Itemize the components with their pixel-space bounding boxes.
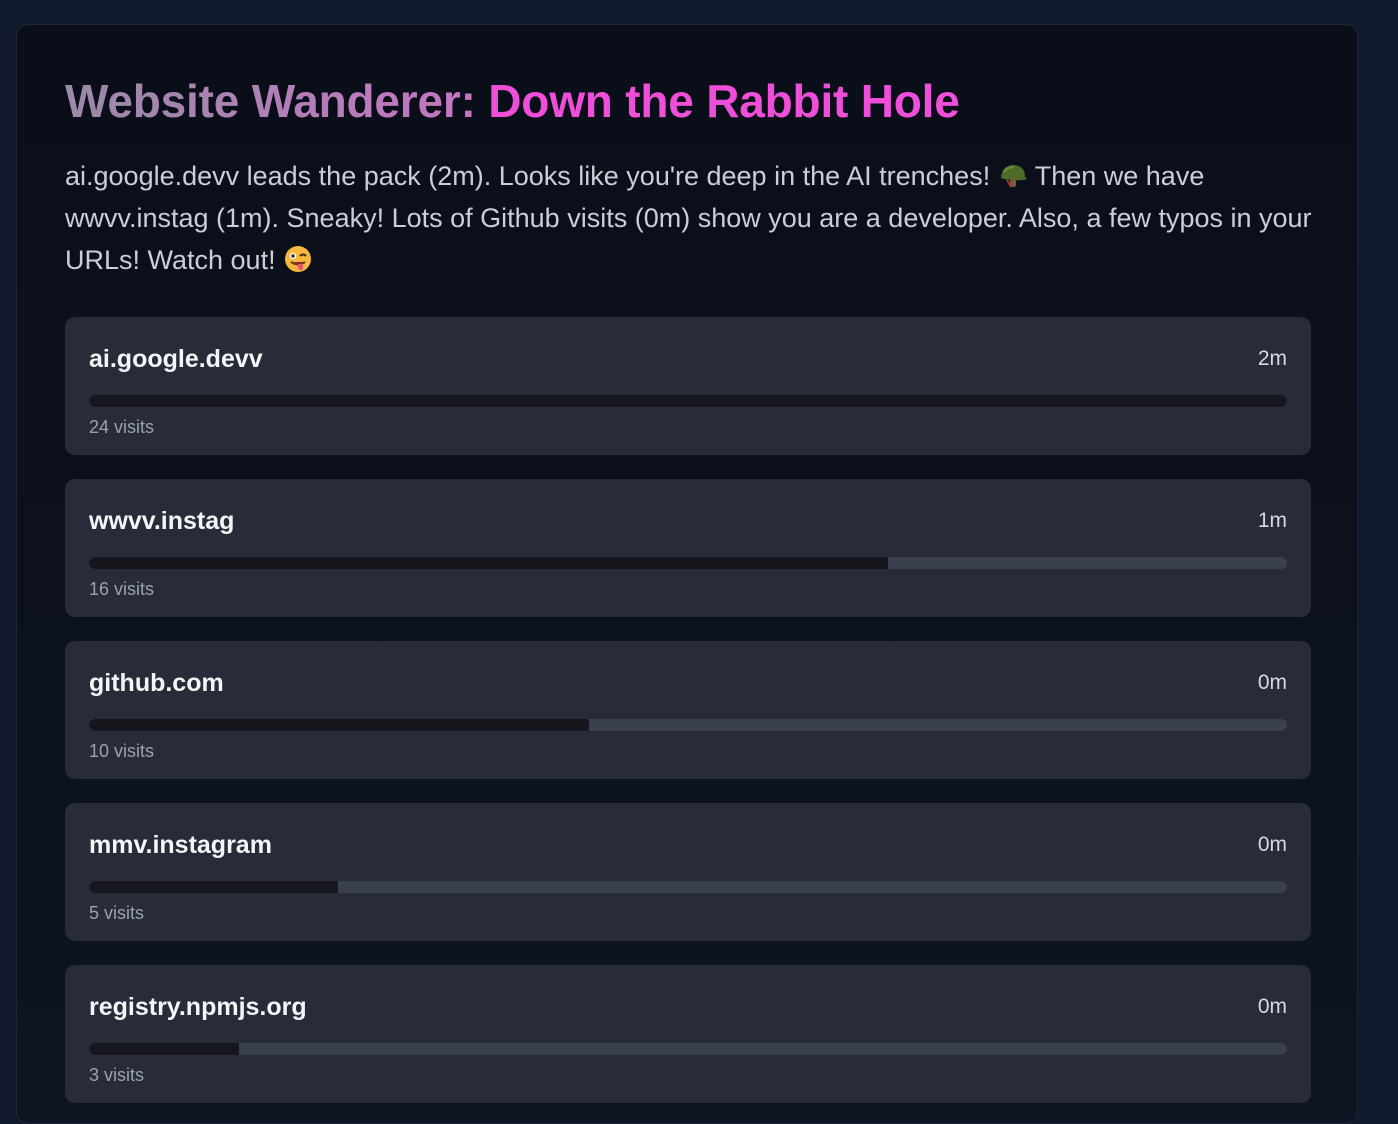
winking-tongue-emoji-icon	[285, 246, 312, 272]
summary-text: ai.google.devv leads the pack (2m). Look…	[65, 155, 1315, 281]
visit-count: 10 visits	[89, 741, 155, 761]
site-card[interactable]: mmv.instagram 0m 5 visits	[65, 803, 1311, 941]
site-list: ai.google.devv 2m 24 visits wwvv.instag …	[65, 317, 1311, 1103]
site-name: github.com	[89, 668, 224, 697]
site-time: 1m	[1257, 509, 1287, 532]
page-title-accent: Down the Rabbit Hole	[488, 75, 960, 127]
summary-part-1: ai.google.devv leads the pack (2m). Look…	[65, 161, 991, 191]
usage-bar-fill	[89, 881, 339, 893]
site-card[interactable]: registry.npmjs.org 0m 3 visits	[65, 965, 1311, 1103]
site-name: registry.npmjs.org	[89, 992, 307, 1021]
usage-bar	[89, 719, 1287, 731]
visit-count: 3 visits	[89, 1065, 145, 1085]
site-card[interactable]: ai.google.devv 2m 24 visits	[65, 317, 1311, 455]
usage-bar-fill	[89, 557, 889, 569]
site-time: 0m	[1257, 671, 1287, 694]
usage-bar-fill	[89, 395, 1287, 407]
page-title-lead: Website Wanderer:	[65, 75, 489, 127]
usage-bar-fill	[89, 1043, 239, 1055]
usage-bar	[89, 395, 1287, 407]
visit-count: 24 visits	[89, 417, 155, 437]
page-title: Website Wanderer: Down the Rabbit Hole	[65, 73, 1309, 129]
site-card[interactable]: wwvv.instag 1m 16 visits	[65, 479, 1311, 617]
site-name: wwvv.instag	[89, 506, 235, 535]
site-name: mmv.instagram	[89, 830, 272, 859]
visit-count: 5 visits	[89, 903, 145, 923]
usage-bar	[89, 881, 1287, 893]
visit-count: 16 visits	[89, 579, 155, 599]
site-card[interactable]: github.com 0m 10 visits	[65, 641, 1311, 779]
helmet-emoji-icon	[1000, 165, 1027, 188]
usage-bar	[89, 557, 1287, 569]
usage-bar-fill	[89, 719, 589, 731]
site-time: 2m	[1257, 347, 1287, 370]
usage-bar	[89, 1043, 1287, 1055]
site-time: 0m	[1257, 833, 1287, 856]
site-time: 0m	[1257, 995, 1287, 1018]
main-panel: Website Wanderer: Down the Rabbit Hole a…	[16, 24, 1358, 1124]
site-name: ai.google.devv	[89, 344, 263, 373]
